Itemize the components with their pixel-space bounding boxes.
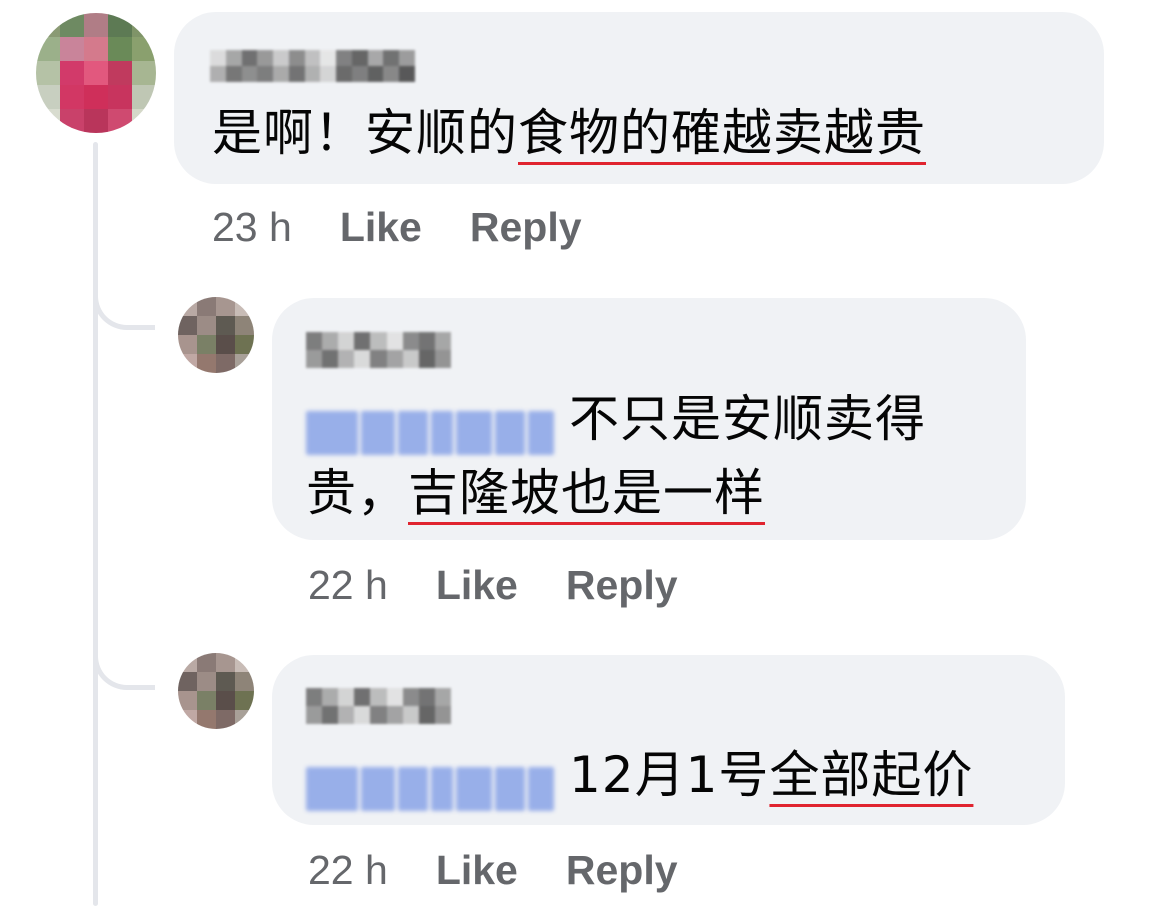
comment-text-highlighted: 食物的確越卖越贵: [518, 104, 926, 162]
comment-actions: 23 h Like Reply: [212, 204, 582, 251]
comment-timestamp[interactable]: 22 h: [308, 847, 388, 893]
author-name[interactable]: [306, 688, 451, 724]
reply-button[interactable]: Reply: [566, 562, 678, 608]
comment-text-line1: 不只是安顺卖得: [569, 390, 926, 448]
reply-button[interactable]: Reply: [566, 847, 678, 893]
comment-text-highlighted: 全部起价: [769, 746, 974, 804]
avatar[interactable]: [178, 653, 254, 729]
comment-text-plain: 是啊！安顺的: [212, 104, 518, 162]
comment-actions: 22 h Like Reply: [308, 847, 678, 894]
avatar[interactable]: [36, 13, 156, 133]
avatar[interactable]: [178, 297, 254, 373]
reply-button[interactable]: Reply: [470, 204, 582, 250]
comment-text-plain: 贵，: [306, 464, 408, 522]
comment-timestamp[interactable]: 23 h: [212, 204, 292, 250]
comment-text: 是啊！安顺的食物的確越卖越贵: [212, 96, 926, 170]
comment-text: 不只是安顺卖得 贵，吉隆坡也是一样: [306, 382, 926, 530]
mention-tag[interactable]: [306, 757, 557, 811]
reply-connector: [93, 288, 155, 330]
like-button[interactable]: Like: [340, 204, 422, 250]
author-name[interactable]: [210, 50, 415, 82]
comment-text: 12月1号全部起价: [306, 738, 973, 812]
thread-line: [93, 142, 98, 906]
comment-text-highlighted: 吉隆坡也是一样: [408, 464, 765, 522]
like-button[interactable]: Like: [436, 847, 518, 893]
comment-text-plain: 12月1号: [569, 746, 770, 804]
author-name[interactable]: [306, 332, 451, 368]
like-button[interactable]: Like: [436, 562, 518, 608]
mention-tag[interactable]: [306, 401, 557, 455]
comment-timestamp[interactable]: 22 h: [308, 562, 388, 608]
comment-actions: 22 h Like Reply: [308, 562, 678, 609]
reply-connector: [93, 648, 155, 690]
